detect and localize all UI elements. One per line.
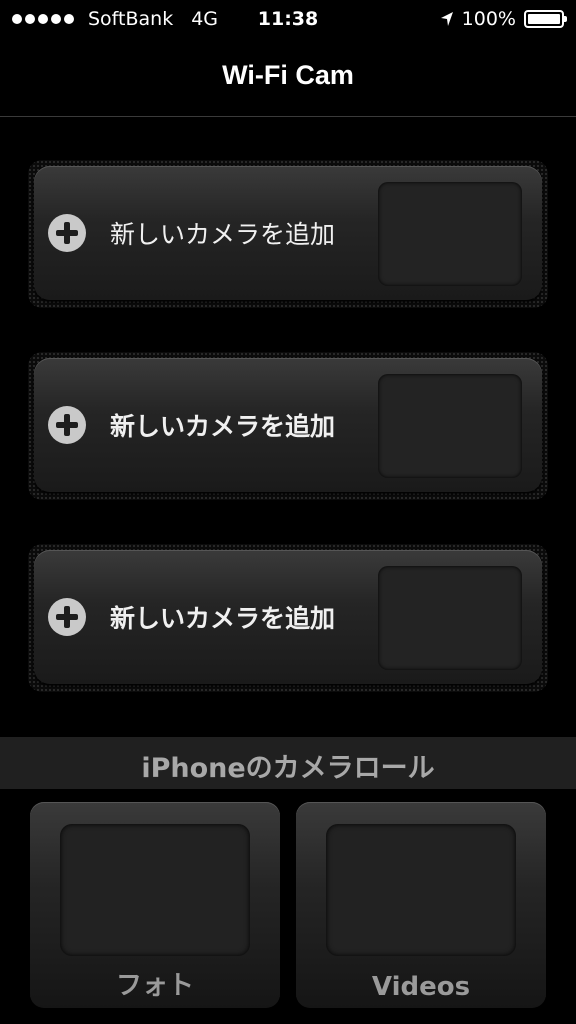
status-bar: SoftBank 4G 11:38 100% [0,0,576,40]
camera-roll-header: iPhoneのカメラロール [0,737,576,789]
camera-slot-frame: 新しいカメラを追加 [28,160,548,308]
photos-button[interactable]: フォト [30,802,280,1008]
add-camera-label: 新しいカメラを追加 [110,604,336,633]
camera-thumbnail [378,374,522,478]
plus-icon [48,406,86,444]
add-camera-label: 新しいカメラを追加 [110,412,336,441]
camera-slot-frame: 新しいカメラを追加 [28,352,548,500]
camera-thumbnail [378,566,522,670]
camera-thumbnail [378,182,522,286]
photos-thumbnail [60,824,250,956]
videos-thumbnail [326,824,516,956]
plus-icon [48,598,86,636]
page-title: Wi-Fi Cam [222,60,354,90]
camera-slot-frame: 新しいカメラを追加 [28,544,548,692]
location-arrow-icon [440,11,454,27]
add-camera-button-2[interactable]: 新しいカメラを追加 [34,358,542,492]
videos-label: Videos [371,972,471,1002]
camera-roll-title: iPhoneのカメラロール [141,753,435,784]
status-right: 100% [440,8,567,30]
videos-button[interactable]: Videos [296,802,546,1008]
add-camera-label: 新しいカメラを追加 [110,220,336,249]
battery-icon [524,10,567,28]
add-camera-button-3[interactable]: 新しいカメラを追加 [34,550,542,684]
plus-icon [48,214,86,252]
photos-label: フォト [115,971,194,1001]
navigation-bar: Wi-Fi Cam [0,40,576,117]
add-camera-button-1[interactable]: 新しいカメラを追加 [34,166,542,300]
battery-percent: 100% [461,8,516,30]
